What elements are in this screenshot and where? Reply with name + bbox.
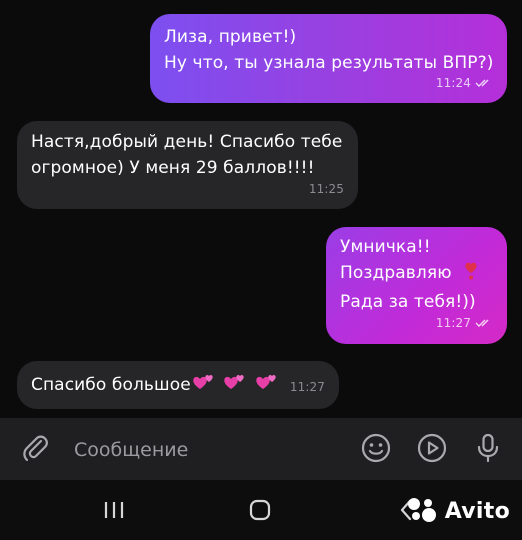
message-input[interactable] xyxy=(72,432,346,468)
home-icon[interactable] xyxy=(248,496,272,524)
message-bubble-incoming[interactable]: Настя,добрый день! Спасибо тебе огромное… xyxy=(17,121,358,209)
emoji-icon[interactable] xyxy=(360,432,392,464)
heart-exclamation-icon xyxy=(463,261,479,289)
chat-area: Лиза, привет!) Ну что, ты узнала результ… xyxy=(0,0,522,418)
message-bubble-outgoing[interactable]: Умничка!! Поздравляю Рада за тебя!)) 11:… xyxy=(326,227,507,344)
message-time: 11:25 xyxy=(308,182,344,196)
message-time: 11:24 xyxy=(435,76,471,90)
message-text: Умничка!! xyxy=(340,237,431,257)
message-time: 11:27 xyxy=(289,380,325,394)
avito-watermark: Avito xyxy=(405,494,510,528)
message-text: Спасибо большое xyxy=(31,375,191,395)
message-meta: 11:27 xyxy=(290,374,325,400)
message-text: Настя,добрый день! Спасибо тебе xyxy=(31,132,343,152)
two-hearts-icon xyxy=(254,371,280,401)
message-text: Лиза, привет!) xyxy=(164,27,297,47)
message-meta: 11:27 xyxy=(436,310,493,336)
message-bubble-outgoing[interactable]: Лиза, привет!) Ну что, ты узнала результ… xyxy=(150,14,507,103)
two-hearts-icon xyxy=(191,371,217,401)
recent-apps-icon[interactable] xyxy=(103,496,125,524)
message-meta: 11:25 xyxy=(309,176,344,202)
attach-icon[interactable] xyxy=(20,432,52,464)
message-composer xyxy=(0,418,522,480)
gif-icon[interactable] xyxy=(416,432,448,464)
microphone-icon[interactable] xyxy=(472,432,504,464)
avito-watermark-text: Avito xyxy=(444,498,510,524)
double-check-icon xyxy=(475,318,493,328)
message-time: 11:27 xyxy=(435,316,471,330)
double-check-icon xyxy=(475,78,493,88)
avito-logo-icon xyxy=(405,495,439,527)
message-bubble-incoming[interactable]: Спасибо большое 11:27 xyxy=(17,361,339,409)
message-meta: 11:24 xyxy=(436,70,493,96)
two-hearts-icon xyxy=(222,371,248,401)
message-text: огромное) У меня 29 баллов!!!! xyxy=(31,158,315,178)
message-text: Поздравляю xyxy=(340,263,452,283)
